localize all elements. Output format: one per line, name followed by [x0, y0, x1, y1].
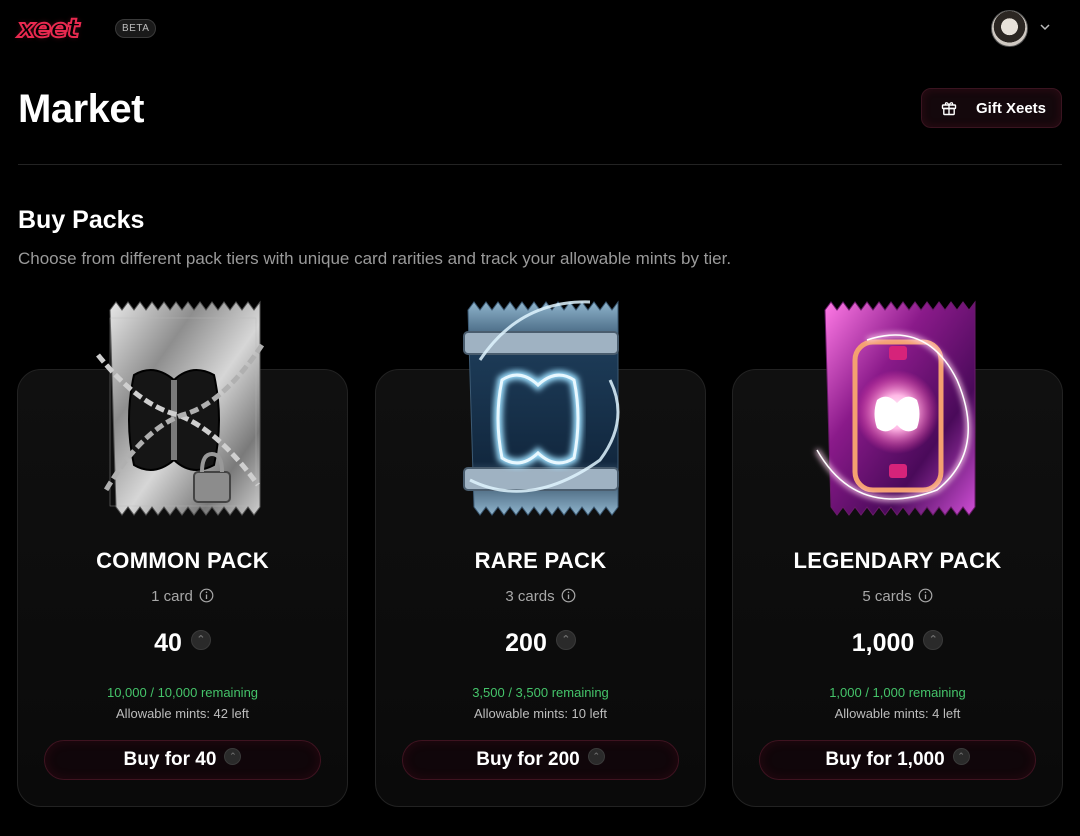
remaining-count: 10,000 / 10,000 remaining: [106, 685, 259, 700]
legendary-pack-image: [815, 300, 976, 516]
top-bar: xeet BETA: [0, 0, 1080, 60]
xeet-coin-icon: [555, 630, 576, 650]
buy-common-pack-button[interactable]: Buy for 40: [44, 740, 321, 780]
section-subtitle: Choose from different pack tiers with un…: [18, 249, 732, 268]
buy-button-label: Buy for 1,000: [825, 749, 945, 770]
buy-rare-pack-button[interactable]: Buy for 200: [402, 740, 679, 780]
price-value: 1,000: [851, 629, 915, 657]
price-row: 1,000: [732, 628, 1063, 658]
remaining-count: 3,500 / 3,500 remaining: [472, 685, 609, 700]
xeet-coin-icon: [587, 748, 605, 765]
info-icon[interactable]: [199, 588, 214, 603]
user-avatar[interactable]: [991, 10, 1028, 47]
gift-button-label: Gift Xeets: [976, 99, 1047, 117]
pack-name: COMMON PACK: [96, 548, 269, 573]
card-count-row: 3 cards: [375, 588, 706, 606]
xeet-coin-icon: [952, 748, 970, 765]
header-divider: [18, 164, 1062, 165]
buy-legendary-pack-button[interactable]: Buy for 1,000: [759, 740, 1036, 780]
xeet-coin-icon: [190, 630, 211, 650]
card-count-row: 5 cards: [732, 588, 1063, 606]
xeet-coin-icon: [224, 748, 242, 765]
rare-pack-image: [463, 300, 620, 516]
pack-name: LEGENDARY PACK: [793, 548, 1002, 573]
gift-icon: [941, 102, 957, 116]
card-count: 1 card: [151, 588, 193, 605]
buy-button-label: Buy for 40: [123, 749, 217, 770]
card-count: 5 cards: [862, 588, 912, 605]
remaining-count: 1,000 / 1,000 remaining: [829, 685, 966, 700]
info-icon[interactable]: [918, 588, 933, 603]
price-value: 200: [505, 629, 547, 657]
price-row: 40: [17, 628, 348, 658]
allowable-mints: Allowable mints: 4 left: [834, 706, 961, 721]
buy-button-label: Buy for 200: [476, 749, 580, 770]
price-value: 40: [154, 629, 182, 657]
common-pack-image: [96, 300, 265, 516]
card-count: 3 cards: [505, 588, 555, 605]
page-title: Market: [18, 87, 144, 131]
card-count-row: 1 card: [17, 588, 348, 606]
allowable-mints: Allowable mints: 10 left: [474, 706, 607, 721]
price-row: 200: [375, 628, 706, 658]
chevron-down-icon[interactable]: [1038, 20, 1052, 34]
gift-xeets-button[interactable]: Gift Xeets: [921, 88, 1062, 128]
xeet-logo[interactable]: xeet: [17, 13, 80, 45]
allowable-mints: Allowable mints: 42 left: [116, 706, 249, 721]
pack-name: RARE PACK: [474, 548, 607, 573]
beta-badge: BETA: [115, 19, 157, 38]
info-icon[interactable]: [561, 588, 576, 603]
section-title: Buy Packs: [18, 206, 145, 234]
xeet-coin-icon: [923, 630, 944, 650]
